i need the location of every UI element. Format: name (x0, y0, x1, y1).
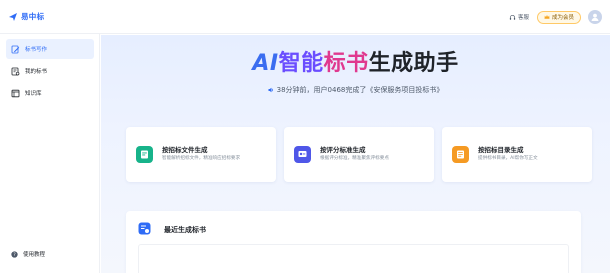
avatar[interactable] (588, 10, 602, 24)
member-label: 成为会员 (551, 15, 574, 21)
headset-icon (509, 14, 516, 20)
sidebar-item-label: 我的标书 (25, 69, 48, 75)
notice-text: 38分钟前，用户0468完成了《安保服务项目投标书》 (276, 86, 444, 94)
book-icon (11, 89, 20, 97)
hero-title-ai: AI (252, 51, 279, 76)
sidebar-item-my-bids[interactable]: 我的标书 (6, 61, 94, 81)
recent-bids-panel: 最近生成标书 (126, 211, 581, 273)
recent-bids-list (138, 244, 569, 273)
recent-docs-icon (138, 222, 151, 235)
speaker-icon (268, 87, 273, 93)
help-label: 使用教程 (23, 252, 46, 258)
card-desc: 智能解析招标文件，精准响应招标要求 (162, 156, 241, 161)
card-title: 按招标目录生成 (478, 146, 524, 154)
brand-name: 易中标 (21, 12, 45, 21)
card-generate-by-scoring[interactable]: 按评分标准生成 根据评分标准，精准聚焦评标要点 (284, 127, 434, 182)
question-icon: ? (11, 250, 18, 258)
folder-document-icon (11, 67, 20, 75)
hero-title: AI智能标书生成助手 (101, 45, 610, 77)
scoring-icon (294, 146, 311, 163)
card-title: 按招标文件生成 (162, 146, 208, 154)
card-title: 按评分标准生成 (320, 146, 366, 154)
outline-icon (452, 146, 469, 163)
hero-title-smart: 智能 (278, 51, 324, 76)
sidebar-item-bid-writing[interactable]: 标书写作 (6, 39, 94, 59)
hero-title-bid: 标书 (323, 51, 369, 76)
sidebar-item-knowledge-base[interactable]: 知识库 (6, 83, 94, 103)
hero-title-assistant: 生成助手 (368, 51, 459, 76)
paper-plane-icon (9, 12, 17, 21)
card-desc: 根据评分标准，精准聚焦评标要点 (320, 156, 389, 161)
sidebar-item-label: 知识库 (25, 91, 42, 97)
support-link[interactable]: 客服 (509, 13, 529, 21)
activity-notice: 38分钟前，用户0468完成了《安保服务项目投标书》 (101, 85, 610, 95)
document-icon (136, 146, 153, 163)
help-tutorial-link[interactable]: ? 使用教程 (11, 250, 45, 258)
card-generate-by-tender-doc[interactable]: 按招标文件生成 智能解析招标文件，精准响应招标要求 (126, 127, 276, 182)
user-icon (591, 13, 599, 21)
sidebar-item-label: 标书写作 (25, 47, 48, 53)
card-desc: 提供标书目录，AI帮你写正文 (478, 156, 538, 161)
top-bar: 易中标 客服 成为会员 (0, 0, 610, 34)
sidebar: 标书写作 我的标书 知识库 ? 使用教程 (0, 34, 100, 273)
edit-document-icon (11, 45, 20, 53)
brand-logo[interactable]: 易中标 (8, 11, 44, 22)
main-content: AI智能标书生成助手 38分钟前，用户0468完成了《安保服务项目投标书》 按招… (101, 35, 610, 273)
scoring-glyph (298, 151, 307, 157)
recent-title: 最近生成标书 (164, 226, 206, 234)
outline-glyph (457, 150, 464, 159)
card-generate-by-outline[interactable]: 按招标目录生成 提供标书目录，AI帮你写正文 (442, 127, 592, 182)
crown-icon (544, 15, 550, 19)
become-member-button[interactable]: 成为会员 (536, 10, 581, 24)
document-glyph (141, 150, 148, 159)
support-label: 客服 (517, 15, 529, 21)
